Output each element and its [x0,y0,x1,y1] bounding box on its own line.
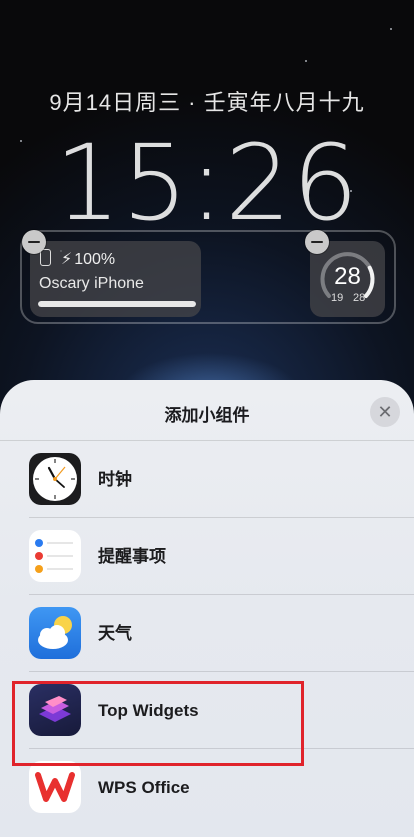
phone-icon [40,249,51,266]
weather-icon [29,607,81,659]
battery-status: ⚡ 100% [40,249,115,269]
temperature-low: 19 [331,292,344,304]
list-item-reminders[interactable]: 提醒事项 [0,518,414,595]
highlight-box [12,681,304,766]
battery-percent: 100% [74,251,116,268]
star [390,28,392,30]
temperature-current: 28 [334,263,361,290]
widget-area[interactable]: ⚡ 100% Oscary iPhone 28 19 28 [20,230,396,324]
star [305,60,307,62]
battery-level-fill [38,301,196,307]
remove-weather-widget-button[interactable] [305,230,329,254]
remove-battery-widget-button[interactable] [22,230,46,254]
list-item-weather[interactable]: 天气 [0,595,414,672]
close-button[interactable]: ✕ [370,397,400,427]
battery-device-name: Oscary iPhone [39,275,144,292]
add-widget-sheet: 添加小组件 ✕ 时钟 提醒事项 天气 Top Widgets WPS Offic… [0,380,414,837]
charging-bolt-icon: ⚡ [61,251,73,268]
close-icon: ✕ [377,402,393,422]
app-label: 时钟 [98,470,132,489]
wps-office-icon [29,761,81,813]
lock-screen-date[interactable]: 9月14日周三 · 壬寅年八月十九 [0,85,414,117]
battery-widget[interactable]: ⚡ 100% Oscary iPhone [30,241,201,317]
list-item-clock[interactable]: 时钟 [0,441,414,518]
sheet-title: 添加小组件 [164,406,250,425]
clock-icon [29,453,81,505]
lock-screen-time: 15:26 [54,122,360,244]
battery-level-bar [38,301,196,307]
reminders-icon [29,530,81,582]
app-label: 提醒事项 [98,547,166,566]
app-label: 天气 [98,624,132,643]
temperature-high: 28 [353,292,366,304]
